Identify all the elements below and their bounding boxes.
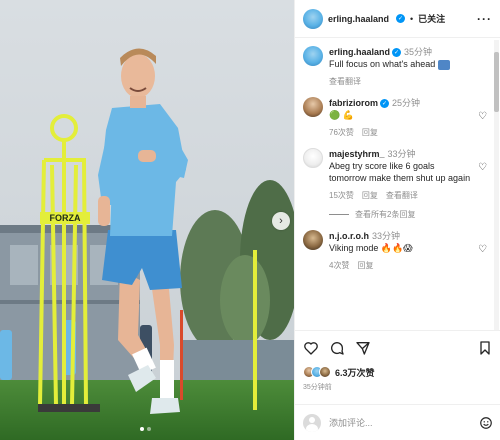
comment-input[interactable] xyxy=(329,417,471,428)
training-photo: FORZA xyxy=(0,0,294,440)
comments-list[interactable]: erling.haaland ✓ 35分钟 Full focus on what's… xyxy=(295,40,495,330)
commenter-avatar[interactable] xyxy=(303,230,323,250)
comment-item: n.j.o.r.o.h 33分钟 Viking mode 🔥🔥😱 4次赞 回复 ♡ xyxy=(303,230,487,271)
share-icon[interactable] xyxy=(355,340,371,356)
next-image-button[interactable]: › xyxy=(272,212,290,230)
replies-divider xyxy=(329,214,349,215)
comment-time: 33分钟 xyxy=(372,231,401,241)
carousel-dot xyxy=(147,427,151,431)
commenter-avatar[interactable] xyxy=(303,148,323,168)
heart-icon[interactable] xyxy=(303,340,319,356)
comment-likes[interactable]: 4次赞 xyxy=(329,260,349,271)
see-translation-link[interactable]: 查看翻译 xyxy=(386,190,418,201)
carousel-indicator xyxy=(140,427,151,431)
commenter-username[interactable]: fabriziorom xyxy=(329,98,378,108)
comments-scrollbar[interactable] xyxy=(494,40,499,330)
comment-time: 25分钟 xyxy=(392,98,421,108)
reply-link[interactable]: 回复 xyxy=(357,260,373,271)
author-username[interactable]: erling.haaland xyxy=(328,14,389,24)
comment-item: fabriziorom ✓ 25分钟 🟢 💪 76次赞 回复 ♡ xyxy=(303,97,487,138)
post-image[interactable]: FORZA › xyxy=(0,0,294,440)
comment-likes[interactable]: 76次赞 xyxy=(329,127,354,138)
bookmark-icon[interactable] xyxy=(477,340,493,356)
caption-username[interactable]: erling.haaland xyxy=(329,47,390,57)
see-translation-link[interactable]: 查看翻译 xyxy=(329,76,361,87)
caption: erling.haaland ✓ 35分钟 Full focus on what's… xyxy=(303,46,487,87)
reply-link[interactable]: 回复 xyxy=(362,127,378,138)
post-time: 35分钟前 xyxy=(303,384,332,391)
carousel-dot xyxy=(140,427,144,431)
forza-sign-text: FORZA xyxy=(50,213,81,223)
add-comment-bar xyxy=(295,404,500,440)
comment-item: majestyhrm_ 33分钟 Abeg try score like 6 go… xyxy=(303,148,487,201)
verified-icon: ✓ xyxy=(392,48,402,58)
post-actions: 6.3万次赞 35分钟前 xyxy=(295,330,500,392)
view-replies-text: 查看所有2条回复 xyxy=(355,210,416,219)
post-header: erling.haaland ✓ • 已关注 ··· xyxy=(295,0,500,38)
like-comment-heart-icon[interactable]: ♡ xyxy=(478,244,487,255)
caption-text: Full focus on what's ahead xyxy=(329,59,436,69)
comment-text: Abeg try score like 6 goals tomorrow mak… xyxy=(329,161,471,183)
comment-text: 🟢 💪 xyxy=(329,110,354,120)
comment-time: 33分钟 xyxy=(387,149,416,159)
emoji-picker-icon[interactable] xyxy=(479,416,493,430)
comment-icon[interactable] xyxy=(329,340,345,356)
follow-button[interactable]: 已关注 xyxy=(418,12,445,25)
commenter-username[interactable]: n.j.o.r.o.h xyxy=(329,231,369,241)
author-avatar[interactable] xyxy=(303,8,323,29)
like-comment-heart-icon[interactable]: ♡ xyxy=(478,162,487,173)
verified-icon: ✓ xyxy=(380,99,390,109)
scrollbar-thumb[interactable] xyxy=(494,52,499,112)
view-replies-link[interactable]: 查看所有2条回复 xyxy=(329,209,487,220)
reply-link[interactable]: 回复 xyxy=(362,190,378,201)
likes-count[interactable]: 6.3万次赞 xyxy=(335,366,375,379)
likes-summary[interactable]: 6.3万次赞 xyxy=(303,365,493,379)
emoji-icon xyxy=(437,59,450,70)
caption-time: 35分钟 xyxy=(404,47,433,57)
post-side-panel: erling.haaland ✓ • 已关注 ··· erling.haalan… xyxy=(294,0,500,440)
more-options-icon[interactable]: ··· xyxy=(477,12,492,26)
comment-text: Viking mode 🔥🔥😱 xyxy=(329,243,413,253)
like-comment-heart-icon[interactable]: ♡ xyxy=(478,111,487,122)
caption-avatar[interactable] xyxy=(303,46,323,66)
commenter-avatar[interactable] xyxy=(303,97,323,117)
current-user-avatar xyxy=(303,413,321,432)
verified-icon: ✓ xyxy=(396,14,406,23)
commenter-username[interactable]: majestyhrm_ xyxy=(329,149,385,159)
separator-dot: • xyxy=(410,13,414,24)
liker-avatar xyxy=(319,366,331,378)
chevron-right-icon: › xyxy=(279,215,283,227)
comment-likes[interactable]: 15次赞 xyxy=(329,190,354,201)
